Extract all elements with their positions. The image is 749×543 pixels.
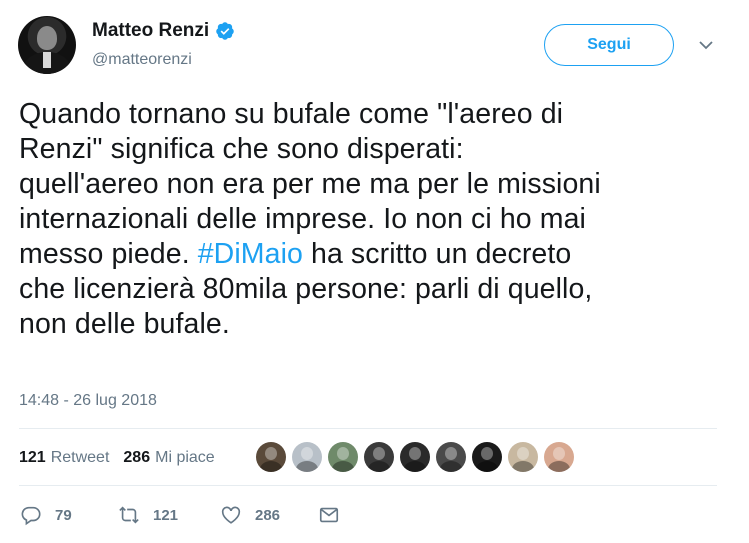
- tweet-line: che licenzierà 80mila persone: parli di …: [19, 273, 593, 305]
- tweet-timestamp[interactable]: 14:48 - 26 lug 2018: [19, 392, 157, 410]
- tweet-actions: 79 121 286: [20, 504, 353, 526]
- tweet-card: Matteo Renzi @matteorenzi Segui Quando t…: [0, 0, 749, 543]
- liker-avatar[interactable]: [472, 442, 502, 472]
- tweet-line: internazionali delle imprese. Io non ci …: [19, 203, 586, 235]
- divider: [19, 485, 717, 486]
- liker-avatar[interactable]: [508, 442, 538, 472]
- verified-badge-icon: [216, 22, 234, 40]
- author-handle[interactable]: @matteorenzi: [92, 51, 192, 69]
- liker-avatar[interactable]: [544, 442, 574, 472]
- retweets-label: Retweet: [50, 449, 110, 466]
- like-count: 286: [255, 506, 281, 524]
- retweet-count: 121: [153, 506, 179, 524]
- liker-avatar[interactable]: [328, 442, 358, 472]
- likes-stat[interactable]: 286 Mi piace: [123, 449, 214, 467]
- retweets-stat[interactable]: 121 Retweet: [19, 449, 109, 467]
- envelope-icon: [319, 507, 339, 523]
- tweet-line: messo piede. #DiMaio ha scritto un decre…: [19, 237, 729, 272]
- avatar[interactable]: [18, 16, 76, 74]
- author-name-row: Matteo Renzi: [92, 20, 235, 42]
- tweet-text: Quando tornano su bufale come "l'aereo d…: [19, 97, 729, 342]
- hashtag-link[interactable]: #DiMaio: [198, 238, 303, 270]
- liker-avatar[interactable]: [256, 442, 286, 472]
- liker-avatar[interactable]: [364, 442, 394, 472]
- tweet-text-segment: messo piede.: [19, 238, 198, 270]
- reply-count: 79: [55, 506, 72, 524]
- tweet-text-segment: ha scritto un decreto: [302, 238, 572, 270]
- retweet-button[interactable]: 121: [118, 504, 220, 526]
- liker-avatar[interactable]: [400, 442, 430, 472]
- liker-avatar[interactable]: [436, 442, 466, 472]
- divider: [19, 428, 717, 429]
- tweet-line: non delle bufale.: [19, 308, 230, 340]
- direct-message-button[interactable]: [318, 504, 353, 526]
- tweet-line: quell'aereo non era per me ma per le mis…: [19, 168, 601, 200]
- liker-avatar[interactable]: [292, 442, 322, 472]
- heart-icon: [221, 506, 241, 524]
- tweet-line: Renzi" significa che sono disperati:: [19, 133, 464, 165]
- likes-label: Mi piace: [155, 449, 215, 466]
- reply-icon: [21, 506, 41, 526]
- liker-avatars: [256, 442, 580, 472]
- like-button[interactable]: 286: [220, 504, 318, 526]
- likes-count: 286: [123, 449, 151, 466]
- retweet-icon: [119, 506, 139, 524]
- author-display-name[interactable]: Matteo Renzi: [92, 20, 209, 42]
- engagement-stats: 121 Retweet 286 Mi piace: [19, 449, 215, 467]
- follow-button[interactable]: Segui: [544, 24, 674, 66]
- retweets-count: 121: [19, 449, 46, 466]
- reply-button[interactable]: 79: [20, 504, 118, 526]
- chevron-down-icon[interactable]: [699, 40, 713, 50]
- tweet-line: Quando tornano su bufale come "l'aereo d…: [19, 98, 564, 130]
